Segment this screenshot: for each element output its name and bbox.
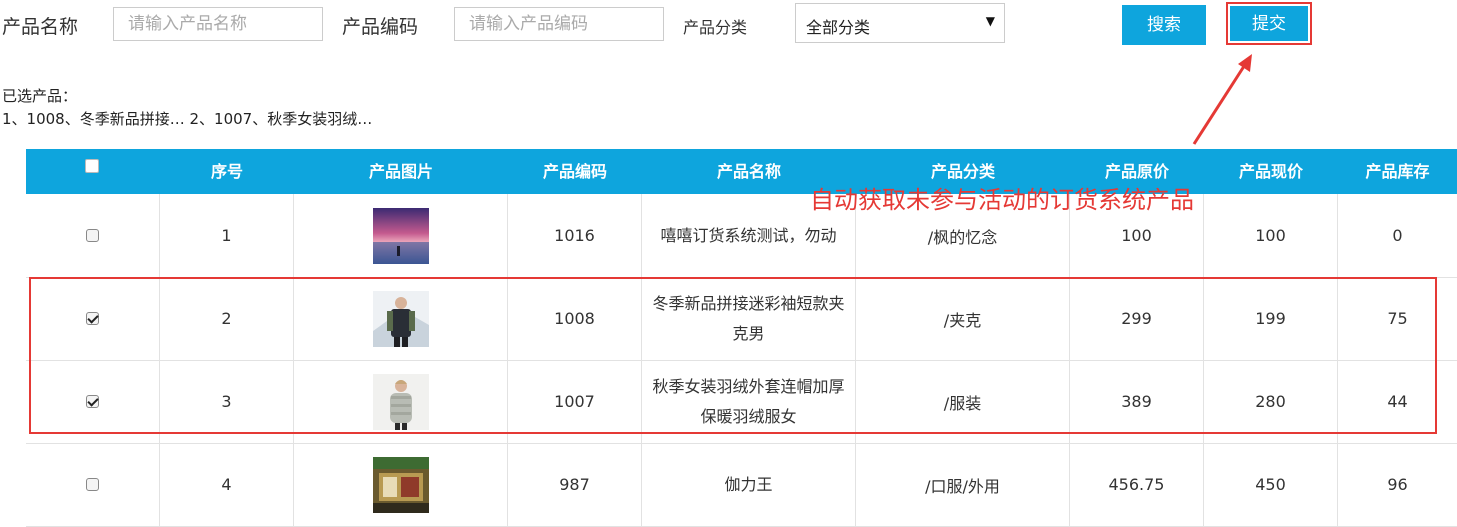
product-image-woman-coat[interactable] [372, 373, 429, 430]
row-checkbox[interactable] [86, 478, 99, 491]
table-row: 4 987 伽力王 /口服/外用 456.75 450 96 [26, 443, 1457, 527]
product-image-man-jacket[interactable] [372, 290, 429, 347]
row-category: /口服/外用 [856, 443, 1070, 526]
select-all-checkbox[interactable] [85, 159, 99, 173]
row-checkbox[interactable] [86, 229, 99, 242]
row-original-price: 299 [1070, 277, 1204, 360]
header-index: 序号 [210, 162, 243, 181]
row-checkbox[interactable] [86, 395, 99, 408]
product-code-label: 产品编码 [342, 16, 419, 38]
header-code: 产品编码 [542, 162, 607, 181]
row-stock: 44 [1387, 392, 1408, 411]
row-index: 3 [160, 360, 294, 443]
row-checkbox[interactable] [86, 312, 99, 325]
category-select[interactable]: 全部分类 ▼ [795, 3, 1005, 43]
search-button[interactable]: 搜索 [1122, 5, 1206, 45]
row-original-price: 389 [1070, 360, 1204, 443]
row-stock: 0 [1392, 226, 1403, 245]
row-name: 伽力王 [642, 443, 856, 526]
annotation-text: 自动获取未参与活动的订货系统产品 [810, 186, 1194, 214]
category-select-value: 全部分类 [806, 18, 871, 37]
product-name-label: 产品名称 [2, 16, 79, 38]
annotation-arrow-icon [1192, 54, 1252, 145]
row-code: 987 [508, 443, 642, 526]
product-name-input[interactable] [113, 7, 323, 41]
selected-products-title: 已选产品： [2, 87, 78, 105]
row-name: 冬季新品拼接迷彩袖短款夹克男 [642, 277, 856, 360]
table-row: 3 1007 秋季女装羽绒外套连帽加厚保暖羽绒服女 /服装 389 280 44 [26, 360, 1457, 444]
row-current-price: 280 [1204, 360, 1338, 443]
table-row: 2 1008 冬季新品拼接迷彩袖短款夹克男 /夹克 299 199 75 [26, 277, 1457, 361]
row-category: /服装 [856, 360, 1070, 443]
row-index: 4 [160, 443, 294, 526]
row-current-price: 450 [1204, 443, 1338, 526]
row-code: 1016 [508, 194, 642, 277]
row-index: 2 [160, 277, 294, 360]
product-code-input[interactable] [454, 7, 664, 41]
table-header: 序号 产品图片 产品编码 产品名称 产品分类 产品原价 产品现价 产品库存 [26, 149, 1457, 194]
row-code: 1008 [508, 277, 642, 360]
header-stock: 产品库存 [1365, 162, 1430, 181]
row-name: 秋季女装羽绒外套连帽加厚保暖羽绒服女 [642, 360, 856, 443]
row-current-price: 100 [1204, 194, 1338, 277]
header-current-price: 产品现价 [1238, 162, 1303, 181]
product-image-box[interactable] [372, 456, 429, 513]
submit-button[interactable]: 提交 [1230, 6, 1308, 41]
product-category-label: 产品分类 [683, 18, 748, 37]
row-stock: 96 [1387, 475, 1408, 494]
row-original-price: 456.75 [1070, 443, 1204, 526]
header-image: 产品图片 [368, 162, 433, 181]
product-image-sunset[interactable] [372, 207, 429, 264]
row-current-price: 199 [1204, 277, 1338, 360]
table-row: 1 1016 嘻嘻订货系统测试，勿动 /枫的忆念 100 100 0 [26, 194, 1457, 278]
row-index: 1 [160, 194, 294, 277]
row-stock: 75 [1387, 309, 1408, 328]
row-code: 1007 [508, 360, 642, 443]
selected-products-list: 1、1008、冬季新品拼接… 2、1007、秋季女装羽绒… [2, 110, 373, 128]
chevron-down-icon: ▼ [985, 14, 995, 28]
row-category: /夹克 [856, 277, 1070, 360]
